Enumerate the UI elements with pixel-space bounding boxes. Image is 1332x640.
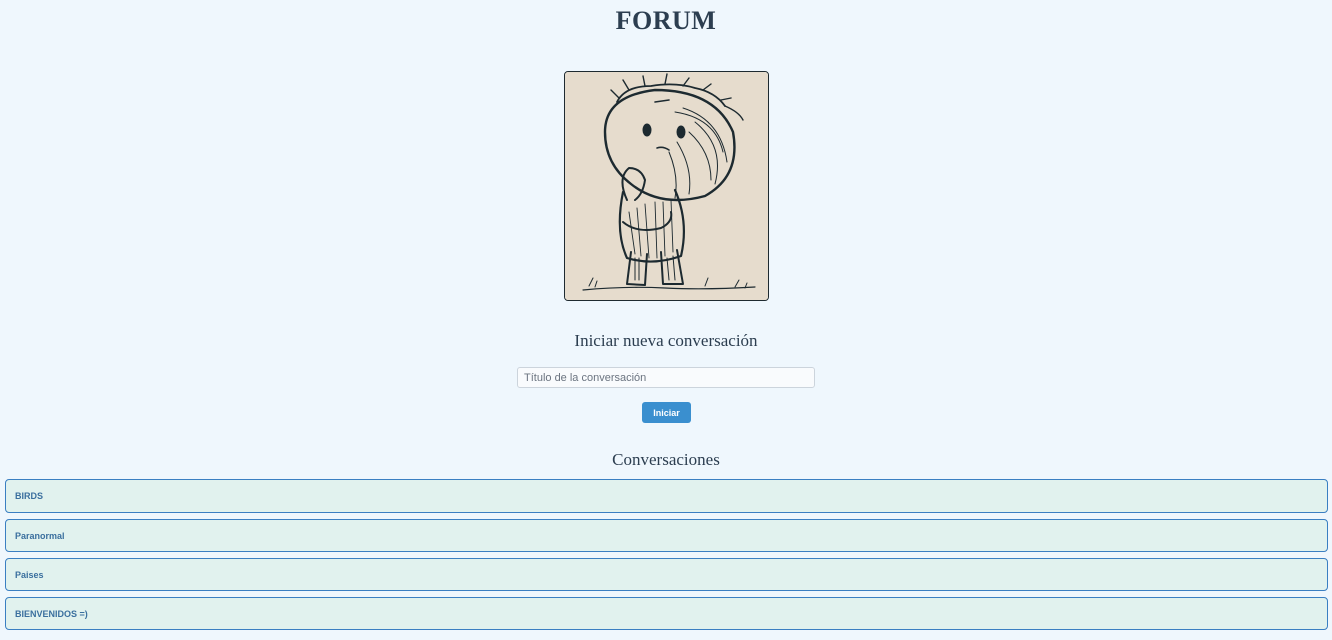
- thinking-character-illustration: [565, 72, 768, 300]
- conversation-item[interactable]: Paranormal: [5, 519, 1328, 552]
- conversation-item-label: Paises: [15, 569, 44, 580]
- conversation-item-label: Paranormal: [15, 530, 65, 541]
- conversation-item[interactable]: BIENVENIDOS =): [5, 597, 1328, 630]
- start-conversation-button[interactable]: Iniciar: [642, 402, 691, 423]
- hero-image: [564, 71, 769, 301]
- conversation-item-label: BIENVENIDOS =): [15, 608, 88, 619]
- new-conversation-heading: Iniciar nueva conversación: [574, 331, 758, 350]
- conversation-item-label: BIRDS: [15, 491, 44, 501]
- conversation-title-input[interactable]: [517, 367, 815, 388]
- conversations-heading: Conversaciones: [612, 450, 720, 469]
- conversation-item[interactable]: BIRDS: [5, 479, 1328, 513]
- conversation-list: BIRDS Paranormal Paises BIENVENIDOS =): [5, 479, 1328, 636]
- conversation-item[interactable]: Paises: [5, 558, 1328, 591]
- page-title: FORUM: [615, 6, 717, 35]
